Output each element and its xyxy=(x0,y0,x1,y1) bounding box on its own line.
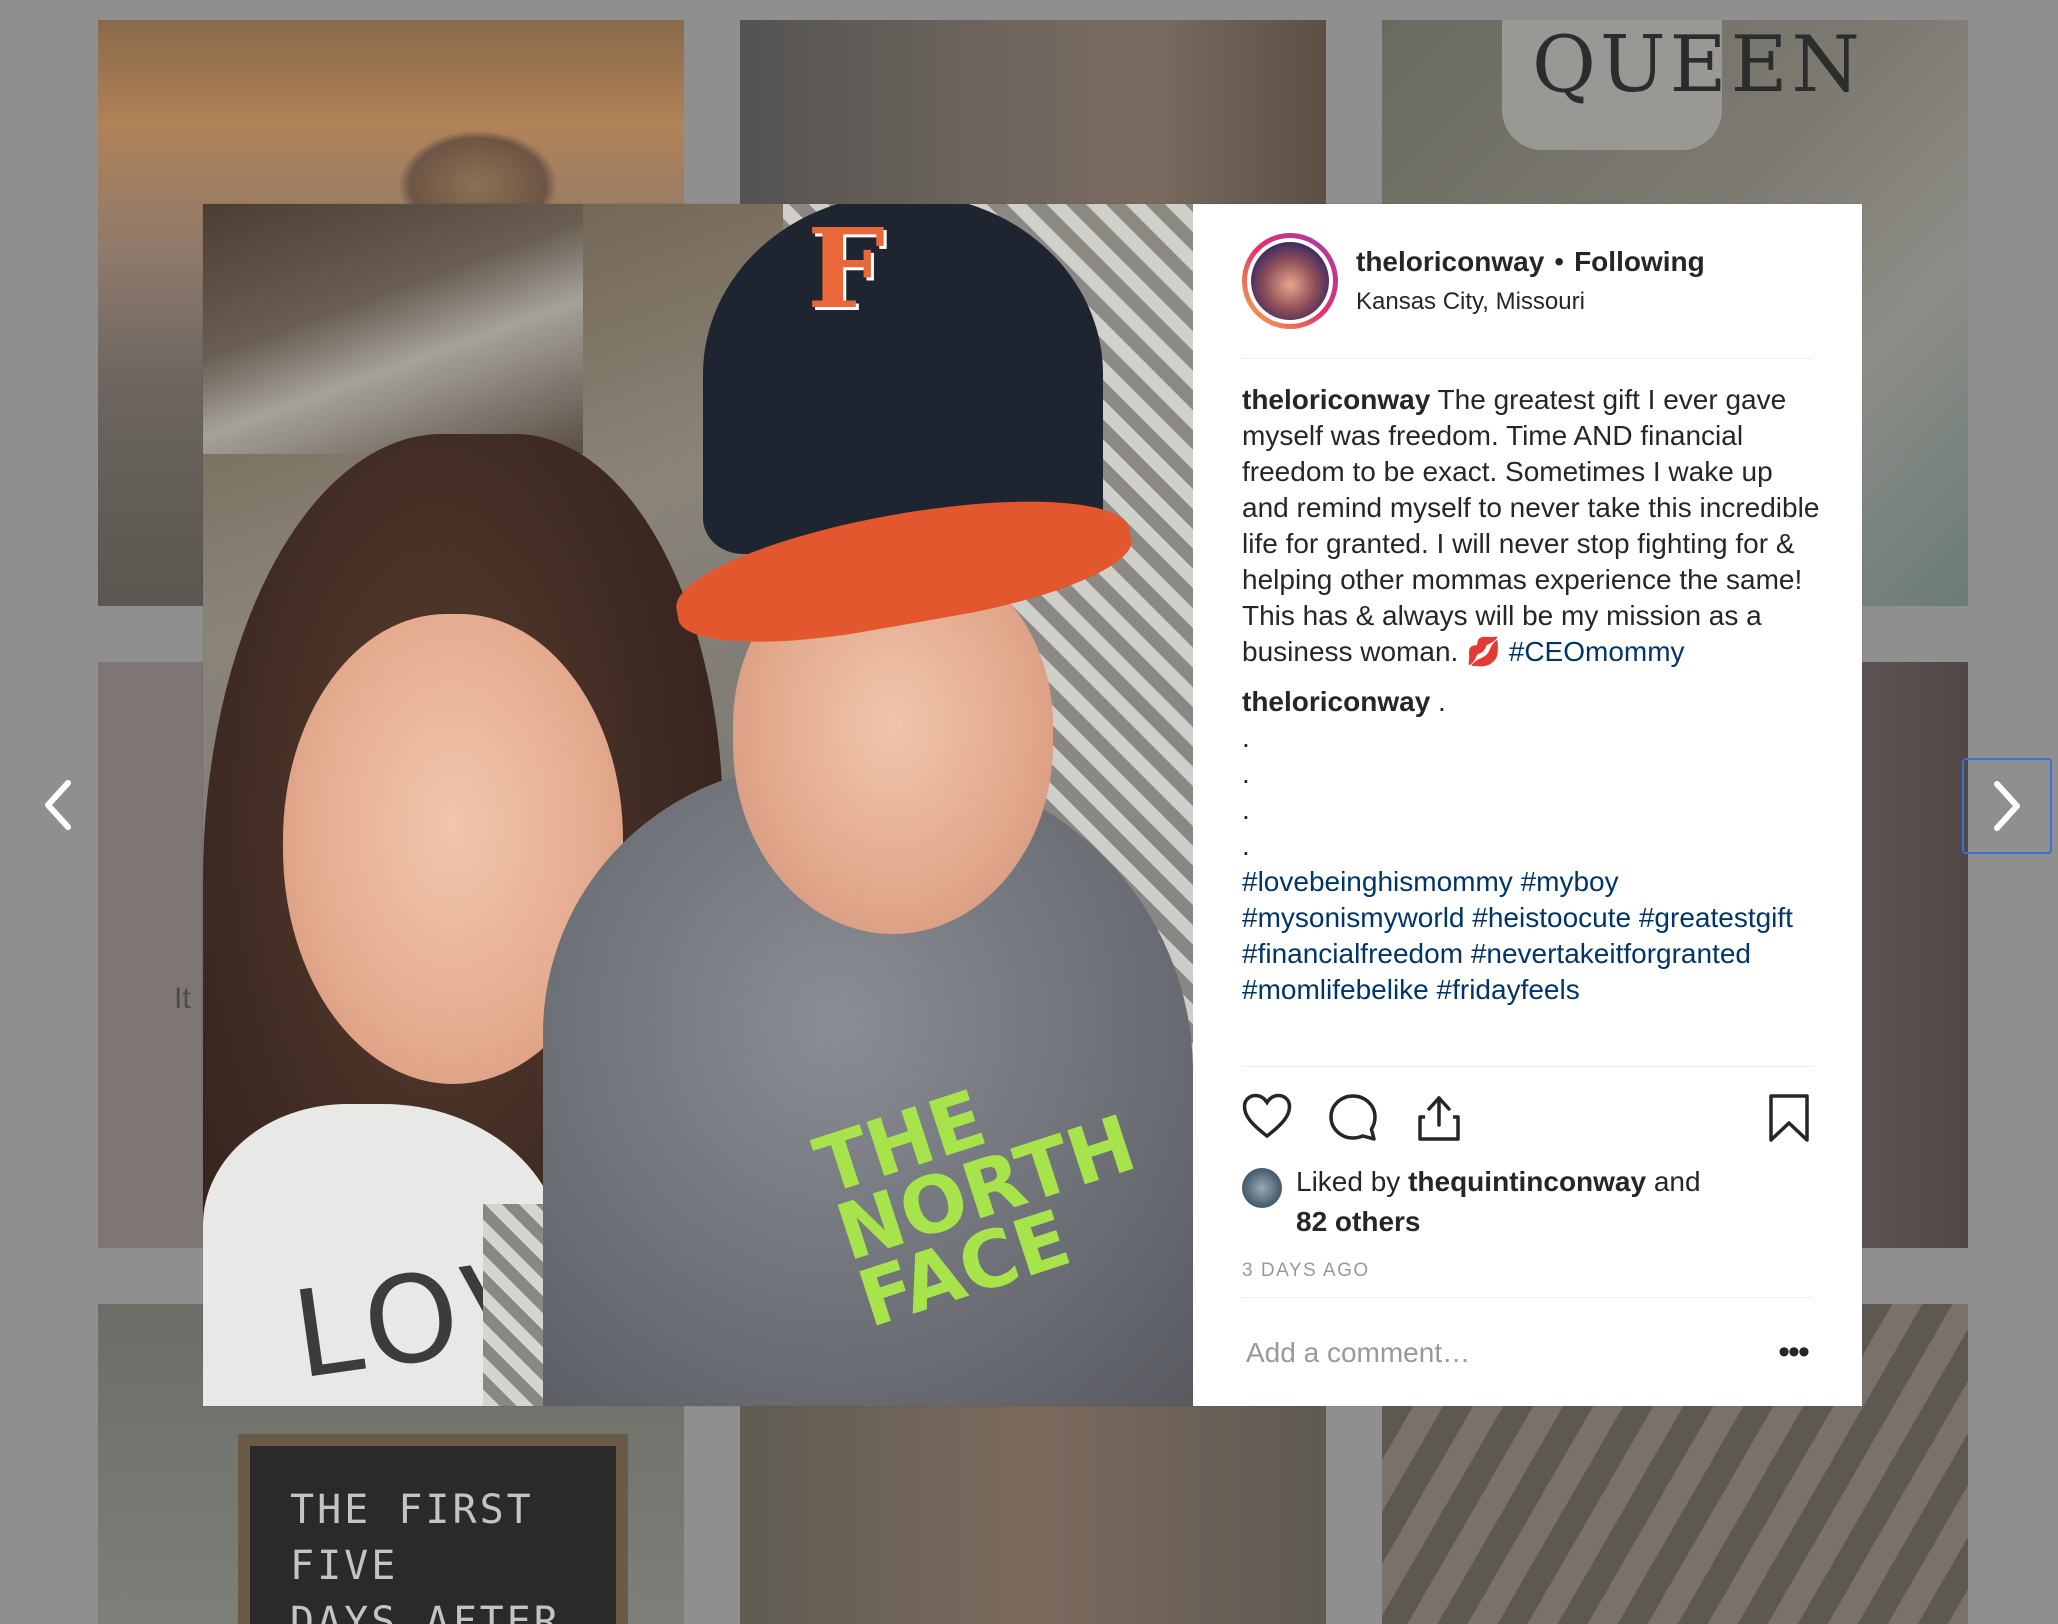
comment-input[interactable] xyxy=(1242,1336,1686,1369)
username-link[interactable]: theloriconway xyxy=(1356,246,1544,278)
post-header: theloriconway • Following Kansas City, M… xyxy=(1242,204,1813,359)
mug-text: QUEEN xyxy=(1532,20,1864,110)
caption-hashtag[interactable]: #CEOmommy xyxy=(1509,636,1685,667)
hashtag-link[interactable]: #heistoocute xyxy=(1472,902,1631,933)
comment: theloriconway . . . . . #lovebeinghismom… xyxy=(1242,684,1822,1008)
save-button[interactable] xyxy=(1766,1093,1816,1143)
comment-button[interactable] xyxy=(1328,1093,1378,1143)
liker-avatar[interactable] xyxy=(1242,1168,1282,1208)
heart-icon xyxy=(1242,1093,1292,1139)
hashtag-link[interactable]: #fridayfeels xyxy=(1437,974,1580,1005)
comment-text: . xyxy=(1438,686,1446,717)
letterboard-line-1: THE FIRST FIVE xyxy=(290,1487,534,1589)
letterboard-line-2: DAYS AFTER xyxy=(290,1599,561,1624)
comment-dot: . xyxy=(1242,722,1250,753)
hashtag-link[interactable]: #mysonismyworld xyxy=(1242,902,1465,933)
hashtag-link[interactable]: #greatestgift xyxy=(1639,902,1793,933)
letterboard: THE FIRST FIVE DAYS AFTER xyxy=(238,1434,628,1624)
likes-and: and xyxy=(1653,1166,1701,1197)
like-button[interactable] xyxy=(1242,1093,1292,1143)
comment-username[interactable]: theloriconway xyxy=(1242,686,1430,717)
chevron-right-icon xyxy=(1994,781,2020,831)
post-timestamp[interactable]: 3 DAYS AGO xyxy=(1242,1260,1370,1282)
hashtag-link[interactable]: #momlifebelike xyxy=(1242,974,1429,1005)
likes-others-link[interactable]: 82 others xyxy=(1296,1206,1421,1237)
liker-username[interactable]: thequintinconway xyxy=(1408,1166,1646,1197)
hashtag-link[interactable]: #nevertakeitforgranted xyxy=(1471,938,1751,969)
post-modal: LOVE THE NORTH FACE F theloriconway • Fo… xyxy=(203,204,1862,1406)
chevron-left-icon xyxy=(45,780,71,830)
avatar[interactable] xyxy=(1242,233,1338,329)
tile-quote-text: It xyxy=(174,982,191,1015)
hashtag-link[interactable]: #myboy xyxy=(1521,866,1619,897)
header-row: theloriconway • Following xyxy=(1356,246,1705,278)
comment-dot: . xyxy=(1242,794,1250,825)
caption: theloriconway The greatest gift I ever g… xyxy=(1242,382,1822,670)
comment-bubble-icon xyxy=(1329,1094,1377,1141)
hashtag-link[interactable]: #financialfreedom xyxy=(1242,938,1463,969)
post-side-panel: theloriconway • Following Kansas City, M… xyxy=(1193,204,1862,1406)
share-icon xyxy=(1418,1096,1460,1141)
comment-dot: . xyxy=(1242,830,1250,861)
likes-summary: Liked by thequintinconway and 82 others xyxy=(1242,1162,1701,1242)
comments-list[interactable]: theloriconway The greatest gift I ever g… xyxy=(1242,382,1822,1042)
likes-text: Liked by thequintinconway and 82 others xyxy=(1296,1162,1701,1242)
header-separator: • xyxy=(1554,246,1565,277)
previous-post-button[interactable] xyxy=(28,770,88,840)
photo-cap-letter: F xyxy=(807,204,886,333)
comment-hashtags: #lovebeinghismommy #myboy #mysonismyworl… xyxy=(1242,864,1822,1008)
header-text: theloriconway • Following Kansas City, M… xyxy=(1356,246,1705,316)
bookmark-icon xyxy=(1769,1094,1809,1142)
post-photo[interactable]: LOVE THE NORTH FACE F xyxy=(203,204,1193,1406)
likes-prefix: Liked by xyxy=(1296,1166,1401,1197)
comment-dot: . xyxy=(1242,758,1250,789)
more-options-button[interactable]: ••• xyxy=(1773,1333,1813,1372)
photo-window xyxy=(203,204,583,454)
caption-username[interactable]: theloriconway xyxy=(1242,384,1430,415)
next-post-button[interactable] xyxy=(1962,758,2052,854)
following-button[interactable]: Following xyxy=(1574,246,1705,278)
comment-dots: . . . . xyxy=(1242,720,1822,864)
avatar-image xyxy=(1247,238,1333,324)
comment-form: ••• xyxy=(1242,1297,1813,1407)
share-button[interactable] xyxy=(1414,1093,1464,1143)
hashtag-link[interactable]: #lovebeinghismommy xyxy=(1242,866,1513,897)
caption-text: The greatest gift I ever gave myself was… xyxy=(1242,384,1820,667)
action-bar xyxy=(1242,1066,1813,1142)
location-link[interactable]: Kansas City, Missouri xyxy=(1356,288,1705,316)
more-options-icon: ••• xyxy=(1778,1333,1810,1371)
